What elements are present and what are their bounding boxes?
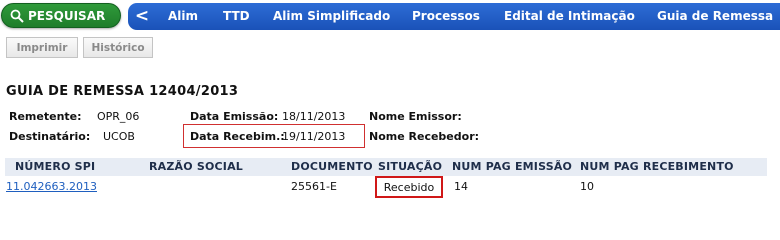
nome-emissor-label: Nome Emissor: <box>369 110 462 123</box>
remetente-value: OPR_06 <box>97 110 140 123</box>
situacao-status-highlight: Recebido <box>375 176 443 198</box>
menu-item-alim[interactable]: Alim <box>168 3 198 30</box>
documento-cell: 25561-E <box>291 180 337 193</box>
numero-spi-link[interactable]: 11.042663.2013 <box>6 180 97 193</box>
print-button[interactable]: Imprimir <box>6 37 78 58</box>
search-icon <box>10 9 24 23</box>
top-navigation: PESQUISAR < Alim TTD Alim Simplificado P… <box>0 0 780 34</box>
search-button[interactable]: PESQUISAR <box>1 3 121 28</box>
num-pag-emissao-cell: 14 <box>454 180 468 193</box>
search-button-label: PESQUISAR <box>28 8 106 23</box>
column-header-numero-spi: NÚMERO SPI <box>15 160 96 173</box>
remetente-label: Remetente: <box>9 110 82 123</box>
menu-item-alim-simplificado[interactable]: Alim Simplificado <box>273 3 390 30</box>
destinatario-value: UCOB <box>103 130 135 143</box>
menu-back-button[interactable]: < <box>130 3 154 30</box>
data-emissao-label: Data Emissão: <box>190 110 279 123</box>
menu-item-guia-de-remessa[interactable]: Guia de Remessa <box>657 3 773 30</box>
destinatario-label: Destinatário: <box>9 130 91 143</box>
menu-item-edital-de-intimacao[interactable]: Edital de Intimação <box>504 3 635 30</box>
menu-item-ttd[interactable]: TTD <box>223 3 250 30</box>
page-title: GUIA DE REMESSA 12404/2013 <box>6 84 239 99</box>
column-header-razao-social: RAZÃO SOCIAL <box>149 160 244 173</box>
data-recebim-label: Data Recebim.: <box>190 130 285 143</box>
history-button[interactable]: Histórico <box>83 37 153 58</box>
column-header-num-pag-emissao: NUM PAG EMISSÃO <box>452 160 573 173</box>
num-pag-recebimento-cell: 10 <box>580 180 594 193</box>
column-header-situacao: SITUAÇÃO <box>378 160 443 173</box>
data-recebim-value: 19/11/2013 <box>282 130 346 143</box>
main-menu: < Alim TTD Alim Simplificado Processos E… <box>128 3 780 30</box>
table-header: NÚMERO SPI RAZÃO SOCIAL DOCUMENTO SITUAÇ… <box>5 158 767 176</box>
menu-item-processos[interactable]: Processos <box>412 3 480 30</box>
column-header-documento: DOCUMENTO <box>291 160 373 173</box>
nome-recebedor-label: Nome Recebedor: <box>369 130 480 143</box>
situacao-cell: Recebido <box>383 180 435 194</box>
column-header-num-pag-recebimento: NUM PAG RECEBIMENTO <box>580 160 734 173</box>
data-emissao-value: 18/11/2013 <box>282 110 346 123</box>
